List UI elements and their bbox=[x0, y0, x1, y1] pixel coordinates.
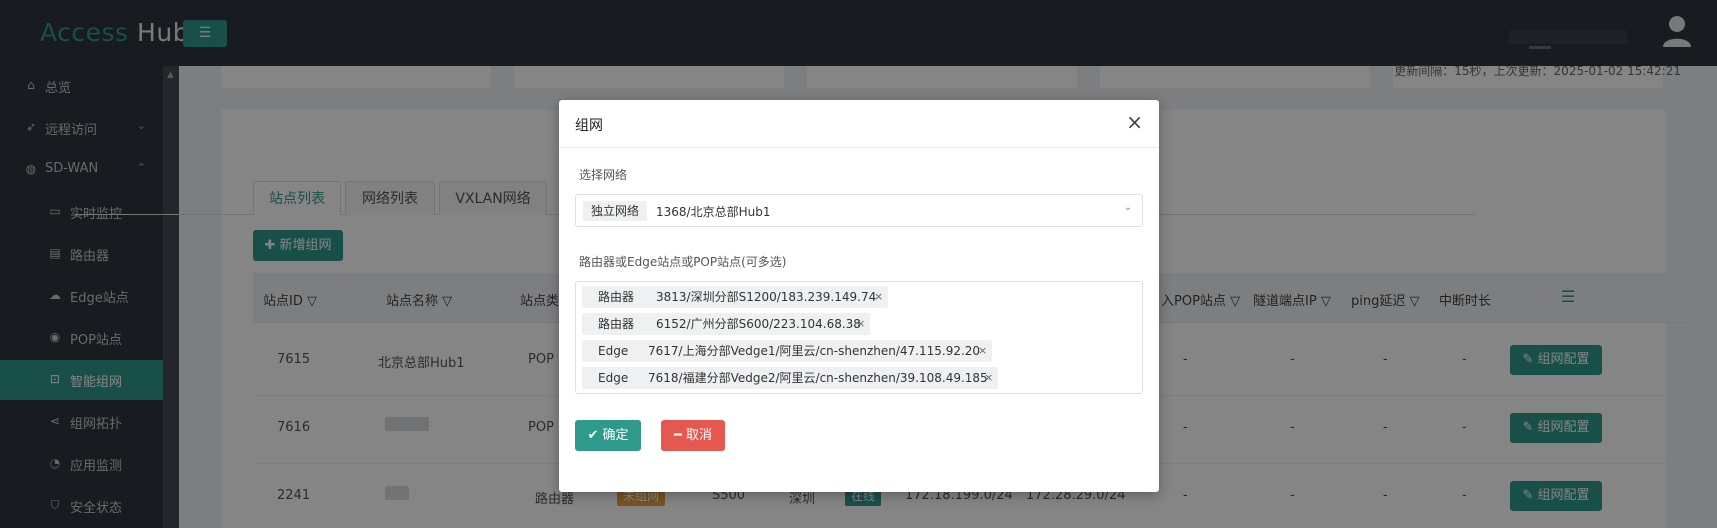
selected-site-chip: Edge 7618/福建分部Vedge2/阿里云/cn-shenzhen/39.… bbox=[582, 367, 998, 389]
selected-site-chip: 路由器 6152/广州分部S600/223.104.68.38 × bbox=[582, 313, 870, 335]
remove-chip-icon[interactable]: × bbox=[978, 340, 987, 362]
modal-header: 组网 × bbox=[559, 100, 1159, 148]
minus-icon: ━ bbox=[674, 428, 686, 443]
sites-multiselect[interactable]: 路由器 3813/深圳分部S1200/183.239.149.74 × 路由器 … bbox=[575, 281, 1143, 394]
network-select-label: 选择网络 bbox=[579, 168, 628, 182]
confirm-button[interactable]: ✔ 确定 bbox=[575, 420, 641, 451]
modal-title: 组网 bbox=[575, 118, 603, 134]
network-select[interactable]: 独立网络 1368/北京总部Hub1 ⌄ bbox=[575, 194, 1143, 227]
close-icon[interactable]: × bbox=[1126, 111, 1143, 133]
sites-select-label: 路由器或Edge站点或POP站点(可多选) bbox=[579, 255, 787, 269]
network-modal: 组网 × 选择网络 独立网络 1368/北京总部Hub1 ⌄ 路由器或Edge站… bbox=[559, 100, 1159, 492]
network-select-value: 1368/北京总部Hub1 bbox=[656, 205, 771, 219]
selected-site-chip: Edge 7617/上海分部Vedge1/阿里云/cn-shenzhen/47.… bbox=[582, 340, 992, 362]
remove-chip-icon[interactable]: × bbox=[984, 367, 993, 389]
remove-chip-icon[interactable]: × bbox=[856, 313, 865, 335]
network-group-tag: 独立网络 bbox=[583, 201, 648, 221]
remove-chip-icon[interactable]: × bbox=[874, 286, 883, 308]
chevron-down-icon: ⌄ bbox=[1123, 202, 1132, 213]
cancel-button[interactable]: ━ 取消 bbox=[661, 420, 725, 451]
check-icon: ✔ bbox=[587, 428, 603, 443]
selected-site-chip: 路由器 3813/深圳分部S1200/183.239.149.74 × bbox=[582, 286, 888, 308]
